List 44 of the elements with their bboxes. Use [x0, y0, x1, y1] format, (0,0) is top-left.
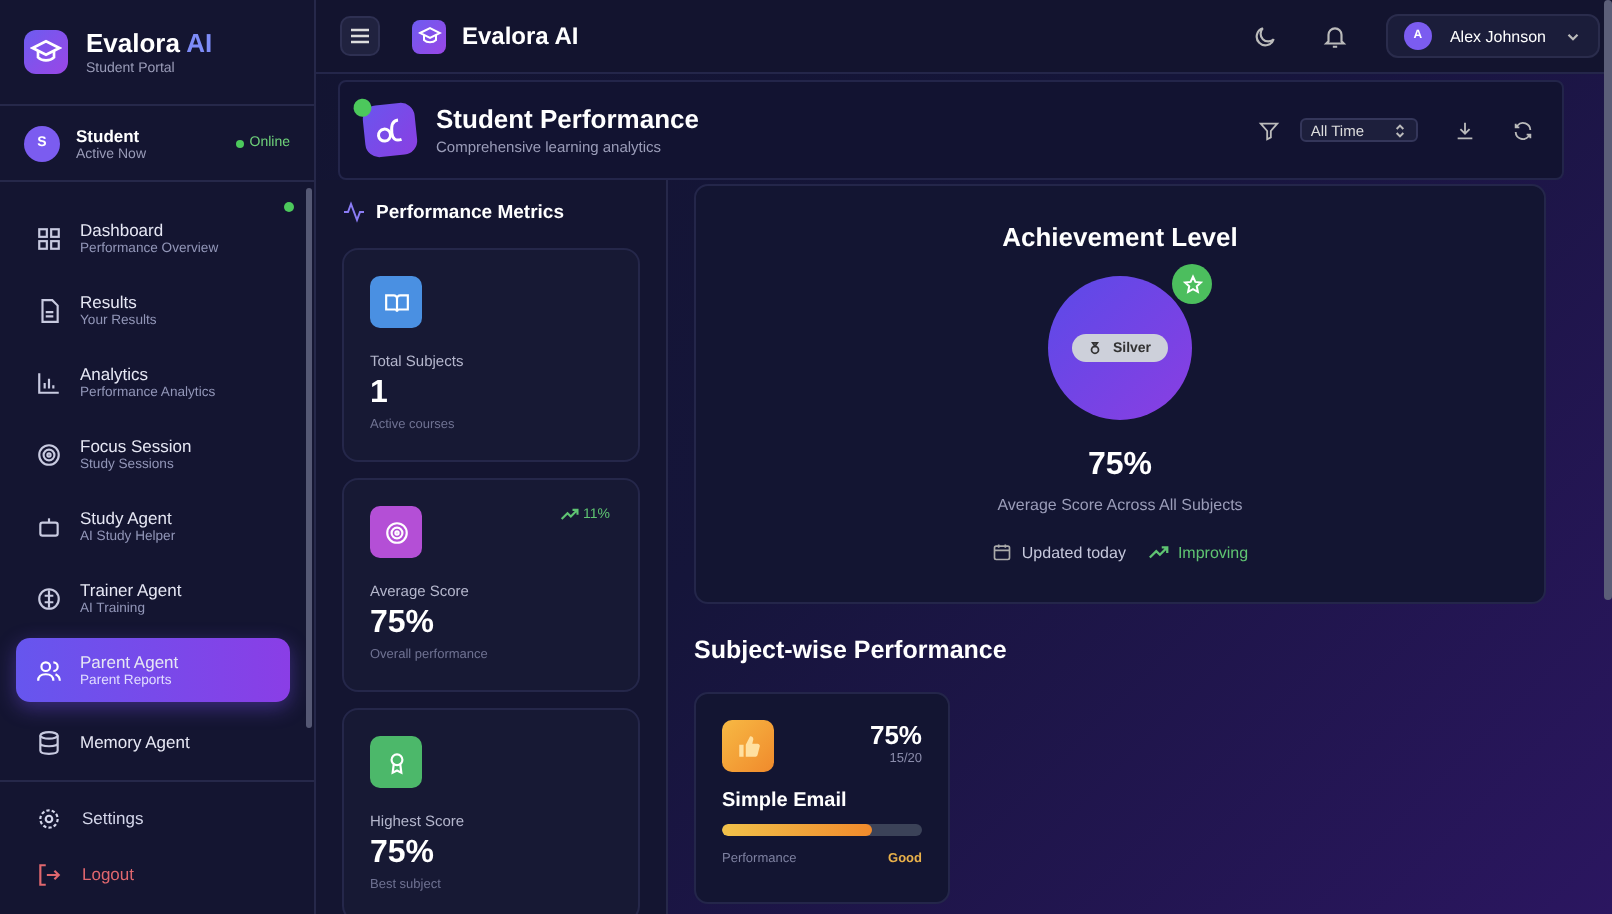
subject-name: Simple Email [722, 790, 849, 812]
nav-icon [36, 369, 62, 395]
nav-icon [36, 729, 62, 755]
metric-value: 75% [370, 606, 437, 642]
logout-link[interactable]: Logout [0, 846, 314, 902]
scrollbar[interactable] [306, 188, 312, 728]
metric-value: 1 [370, 376, 390, 412]
filter-icon[interactable] [1258, 119, 1281, 141]
updown-icon [1392, 121, 1408, 139]
download-icon[interactable] [1454, 119, 1476, 141]
bell-icon[interactable] [1321, 23, 1348, 49]
average-score: 75% [1087, 448, 1153, 484]
page-title: Student Performance [436, 104, 701, 134]
thumbs-up-icon [722, 720, 774, 772]
scrollbar[interactable] [1604, 0, 1612, 600]
nav-icon [36, 585, 62, 611]
subject-score: 75% [869, 720, 922, 750]
refresh-icon[interactable] [1512, 119, 1534, 141]
nav-icon [36, 441, 62, 467]
settings-link[interactable]: Settings [0, 790, 314, 846]
logout-icon [36, 861, 62, 887]
graduation-cap-logo [412, 19, 446, 53]
metric-value: 75% [370, 836, 437, 872]
settings-icon [36, 805, 62, 831]
calendar-icon [991, 542, 1012, 562]
updated-text: Updated today [1021, 543, 1126, 561]
pulse-icon [342, 200, 366, 224]
graduation-cap-logo [24, 30, 68, 74]
achievement-title: Achievement Level [1002, 222, 1238, 252]
nav-icon [36, 225, 62, 251]
trend-indicator: Improving [1147, 543, 1249, 561]
section-title: Subject-wise Performance [694, 636, 1009, 664]
moon-icon[interactable] [1251, 23, 1278, 49]
section-title: Performance Metrics [376, 201, 564, 223]
nav-icon [36, 297, 62, 323]
app-title: Evalora AI [462, 22, 579, 50]
nav-icon [36, 513, 62, 539]
user-name: Student [76, 125, 142, 145]
nav-item[interactable]: Memory Agent [16, 710, 290, 774]
score-caption: Average Score Across All Subjects [997, 496, 1243, 514]
nav-icon [36, 657, 62, 683]
brand-name: Evalora AI [86, 28, 213, 58]
menu-button[interactable] [340, 16, 380, 56]
menu-icon [348, 24, 372, 48]
